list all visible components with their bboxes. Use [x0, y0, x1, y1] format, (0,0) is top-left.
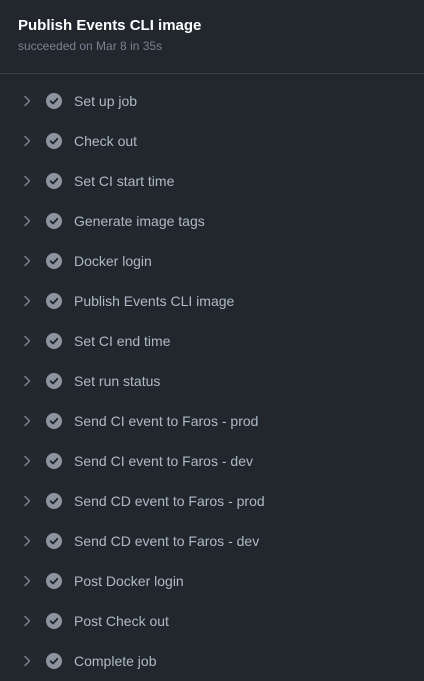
chevron-right-icon[interactable]	[20, 134, 34, 148]
step-label: Send CD event to Faros - dev	[74, 533, 260, 549]
check-circle-icon	[46, 613, 62, 629]
check-circle-icon	[46, 333, 62, 349]
chevron-right-icon[interactable]	[20, 574, 34, 588]
step-label: Set up job	[74, 93, 138, 109]
step-label: Set run status	[74, 373, 161, 389]
chevron-right-icon[interactable]	[20, 254, 34, 268]
check-circle-icon	[46, 213, 62, 229]
chevron-right-icon[interactable]	[20, 294, 34, 308]
check-circle-icon	[46, 293, 62, 309]
step-row[interactable]: Publish Events CLI image	[0, 281, 424, 321]
step-row[interactable]: Docker login	[0, 241, 424, 281]
step-row[interactable]: Set up job	[0, 81, 424, 121]
step-label: Post Check out	[74, 613, 169, 629]
step-row[interactable]: Complete job	[0, 641, 424, 681]
step-label: Complete job	[74, 653, 157, 669]
check-circle-icon	[46, 253, 62, 269]
check-circle-icon	[46, 133, 62, 149]
chevron-right-icon[interactable]	[20, 94, 34, 108]
job-status-line: succeeded on Mar 8 in 35s	[18, 39, 163, 53]
step-label: Set CI start time	[74, 173, 175, 189]
step-label: Publish Events CLI image	[74, 293, 235, 309]
check-circle-icon	[46, 573, 62, 589]
chevron-right-icon[interactable]	[20, 494, 34, 508]
chevron-right-icon[interactable]	[20, 334, 34, 348]
step-label: Send CI event to Faros - prod	[74, 413, 259, 429]
step-row[interactable]: Generate image tags	[0, 201, 424, 241]
step-label: Docker login	[74, 253, 152, 269]
chevron-right-icon[interactable]	[20, 654, 34, 668]
check-circle-icon	[46, 453, 62, 469]
step-label: Set CI end time	[74, 333, 171, 349]
check-circle-icon	[46, 93, 62, 109]
check-circle-icon	[46, 533, 62, 549]
step-row[interactable]: Set run status	[0, 361, 424, 401]
step-row[interactable]: Send CI event to Faros - prod	[0, 401, 424, 441]
step-label: Generate image tags	[74, 213, 205, 229]
chevron-right-icon[interactable]	[20, 374, 34, 388]
step-label: Check out	[74, 133, 138, 149]
step-label: Send CD event to Faros - prod	[74, 493, 265, 509]
step-row[interactable]: Post Docker login	[0, 561, 424, 601]
step-label: Send CI event to Faros - dev	[74, 453, 253, 469]
step-row[interactable]: Send CI event to Faros - dev	[0, 441, 424, 481]
job-steps-panel: Publish Events CLI image succeeded on Ma…	[0, 0, 424, 681]
job-header: Publish Events CLI image succeeded on Ma…	[0, 0, 424, 74]
job-title: Publish Events CLI image	[18, 17, 202, 34]
step-label: Post Docker login	[74, 573, 184, 589]
step-row[interactable]: Check out	[0, 121, 424, 161]
check-circle-icon	[46, 173, 62, 189]
chevron-right-icon[interactable]	[20, 214, 34, 228]
step-row[interactable]: Send CD event to Faros - prod	[0, 481, 424, 521]
chevron-right-icon[interactable]	[20, 414, 34, 428]
step-row[interactable]: Set CI end time	[0, 321, 424, 361]
check-circle-icon	[46, 373, 62, 389]
step-row[interactable]: Post Check out	[0, 601, 424, 641]
chevron-right-icon[interactable]	[20, 534, 34, 548]
step-row[interactable]: Set CI start time	[0, 161, 424, 201]
chevron-right-icon[interactable]	[20, 454, 34, 468]
check-circle-icon	[46, 493, 62, 509]
chevron-right-icon[interactable]	[20, 614, 34, 628]
chevron-right-icon[interactable]	[20, 174, 34, 188]
check-circle-icon	[46, 413, 62, 429]
step-list: Set up job Check out Set CI start time Gene…	[0, 74, 424, 681]
step-row[interactable]: Send CD event to Faros - dev	[0, 521, 424, 561]
check-circle-icon	[46, 653, 62, 669]
